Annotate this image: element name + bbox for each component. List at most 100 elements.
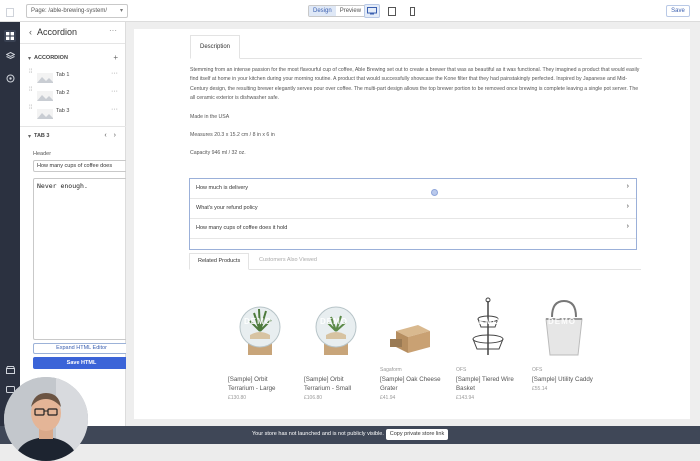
product-image[interactable] bbox=[380, 291, 444, 363]
product-name[interactable]: [Sample] Utility Caddy bbox=[532, 375, 596, 384]
webcam-overlay bbox=[4, 377, 88, 461]
drag-handle-icon[interactable]: ⁞⁞ bbox=[29, 87, 33, 93]
tab-list-item[interactable]: ⁞⁞ Tab 3 ··· bbox=[20, 104, 126, 119]
chevron-right-icon: › bbox=[626, 183, 629, 190]
product-card[interactable]: DEMO OFS [Sample] Utility Caddy £55.14 bbox=[532, 291, 596, 392]
description-paragraph: Stemming from an intense passion for the… bbox=[190, 67, 640, 102]
accordion-widget[interactable]: How much is delivery › What's your refun… bbox=[189, 178, 637, 250]
tab-list-item[interactable]: ⁞⁞ Tab 1 ··· bbox=[20, 68, 126, 83]
more-options-icon[interactable]: ··· bbox=[111, 106, 118, 113]
layers-icon[interactable] bbox=[4, 50, 16, 62]
product-card[interactable]: Sagaform [Sample] Oak Cheese Grater £41.… bbox=[380, 291, 444, 401]
product-image[interactable]: DEMO bbox=[532, 291, 596, 363]
demo-watermark: DEMO bbox=[244, 317, 272, 326]
previous-tab-icon[interactable]: ‹ bbox=[104, 132, 106, 139]
widgets-icon[interactable] bbox=[4, 30, 16, 42]
product-name[interactable]: [Sample] Orbit Terrarium - Large bbox=[228, 375, 292, 393]
tab-customers-also-viewed[interactable]: Customers Also Viewed bbox=[259, 253, 317, 270]
design-mode-button[interactable]: Design bbox=[309, 6, 336, 16]
accordion-section-header[interactable]: ▾ ACCORDION + bbox=[20, 53, 126, 66]
store-icon[interactable] bbox=[4, 364, 16, 376]
chevron-down-icon: ▾ bbox=[28, 134, 32, 140]
product-vendor: OFS bbox=[532, 367, 543, 373]
panel-title: Accordion bbox=[37, 27, 78, 37]
section-divider bbox=[20, 126, 126, 127]
section-label: ACCORDION bbox=[34, 55, 68, 61]
pages-icon[interactable] bbox=[4, 6, 16, 18]
chevron-down-icon: ▾ bbox=[119, 8, 123, 14]
chevron-down-icon: ▾ bbox=[28, 56, 32, 62]
tab-description[interactable]: Description bbox=[190, 35, 241, 59]
tab-related-products[interactable]: Related Products bbox=[189, 253, 250, 270]
add-tab-icon[interactable]: + bbox=[113, 53, 118, 62]
product-card[interactable]: DEMO OFS [Sample] Tiered Wire Basket £14… bbox=[456, 291, 520, 401]
device-switcher bbox=[364, 4, 420, 18]
tab-list-item[interactable]: ⁞⁞ Tab 2 ··· bbox=[20, 86, 126, 101]
product-name[interactable]: [Sample] Oak Cheese Grater bbox=[380, 375, 444, 393]
product-vendor: OFS bbox=[456, 367, 467, 373]
store-page: Description Stemming from an intense pas… bbox=[134, 29, 690, 419]
desktop-icon[interactable] bbox=[364, 4, 380, 18]
product-image[interactable]: DEMO bbox=[228, 291, 292, 363]
save-html-button[interactable]: Save HTML bbox=[33, 357, 130, 369]
product-image[interactable]: DEMO bbox=[456, 291, 520, 363]
expand-html-editor-button[interactable]: Expand HTML Editor bbox=[33, 343, 130, 354]
tab-label: Tab 2 bbox=[56, 90, 70, 96]
product-name[interactable]: [Sample] Orbit Terrarium - Small bbox=[304, 375, 368, 393]
product-price: £55.14 bbox=[532, 386, 548, 392]
tab-label: Tab 1 bbox=[56, 72, 70, 78]
image-placeholder-icon bbox=[37, 106, 53, 124]
accordion-question: How many cups of coffee does it hold bbox=[196, 225, 288, 231]
tab3-section-header[interactable]: ▾ TAB 3 ‹ › bbox=[20, 132, 126, 144]
demo-watermark: DEMO bbox=[472, 317, 500, 326]
header-input[interactable]: How many cups of coffee does bbox=[33, 160, 130, 172]
next-tab-icon[interactable]: › bbox=[114, 132, 116, 139]
copy-private-link-button[interactable]: Copy private store link bbox=[386, 429, 448, 440]
product-vendor: Sagaform bbox=[380, 367, 402, 373]
store-status-message: Your store has not launched and is not p… bbox=[252, 431, 384, 437]
drag-handle-icon[interactable]: ⁞⁞ bbox=[29, 69, 33, 75]
section-label: TAB 3 bbox=[34, 133, 50, 139]
page-selector-value: Page: /able-brewing-system/ bbox=[31, 8, 108, 14]
description-paragraph: Made in the USA bbox=[190, 113, 230, 120]
panel-header: ‹ Accordion ··· bbox=[20, 22, 125, 44]
preview-mode-button[interactable]: Preview bbox=[335, 6, 366, 16]
product-tabs: Description bbox=[190, 35, 642, 59]
settings-icon[interactable] bbox=[4, 72, 16, 84]
more-options-icon[interactable]: ··· bbox=[109, 26, 117, 35]
save-button[interactable]: Save bbox=[666, 5, 690, 17]
more-options-icon[interactable]: ··· bbox=[111, 70, 118, 77]
product-price: £143.94 bbox=[456, 395, 475, 401]
accordion-item[interactable]: How many cups of coffee does it hold › bbox=[190, 219, 636, 239]
mode-toggle: Design Preview bbox=[308, 5, 367, 17]
tab-label: Tab 3 bbox=[56, 108, 70, 114]
description-paragraph: Capacity 946 ml / 32 oz. bbox=[190, 150, 246, 157]
product-card[interactable]: DEMO [Sample] Orbit Terrarium - Large £1… bbox=[228, 291, 292, 401]
tablet-icon[interactable] bbox=[384, 4, 400, 18]
left-icon-bar bbox=[0, 7, 20, 426]
accordion-item[interactable]: How much is delivery › bbox=[190, 179, 636, 199]
related-products-tabs: Related Products Customers Also Viewed bbox=[189, 253, 641, 270]
page-selector-dropdown[interactable]: Page: /able-brewing-system/ ▾ bbox=[26, 4, 128, 18]
demo-watermark: DEMO bbox=[320, 317, 348, 326]
html-editor-textarea[interactable]: Never enough. bbox=[33, 178, 130, 340]
more-options-icon[interactable]: ··· bbox=[111, 88, 118, 95]
mobile-icon[interactable] bbox=[404, 4, 420, 18]
chevron-right-icon: › bbox=[626, 223, 629, 230]
back-arrow-icon[interactable]: ‹ bbox=[29, 27, 32, 37]
product-image[interactable]: DEMO bbox=[304, 291, 368, 363]
accordion-item[interactable]: What's your refund policy › bbox=[190, 199, 636, 219]
chevron-right-icon: › bbox=[626, 203, 629, 210]
settings-panel: ‹ Accordion ··· ▾ ACCORDION + ⁞⁞ Tab 1 ·… bbox=[20, 22, 130, 426]
store-status-bar: Your store has not launched and is not p… bbox=[0, 426, 700, 444]
accordion-question: What's your refund policy bbox=[196, 205, 258, 211]
header-field-label: Header bbox=[33, 151, 52, 157]
product-card[interactable]: DEMO [Sample] Orbit Terrarium - Small £1… bbox=[304, 291, 368, 401]
product-vendor bbox=[228, 367, 292, 374]
product-name[interactable]: [Sample] Tiered Wire Basket bbox=[456, 375, 520, 393]
product-description: Stemming from an intense passion for the… bbox=[190, 66, 642, 168]
product-price: £106.80 bbox=[304, 395, 323, 401]
top-toolbar: Page: /able-brewing-system/ ▾ Design Pre… bbox=[0, 0, 700, 22]
drag-handle-icon[interactable]: ⁞⁞ bbox=[29, 105, 33, 111]
accordion-question: How much is delivery bbox=[196, 185, 248, 191]
